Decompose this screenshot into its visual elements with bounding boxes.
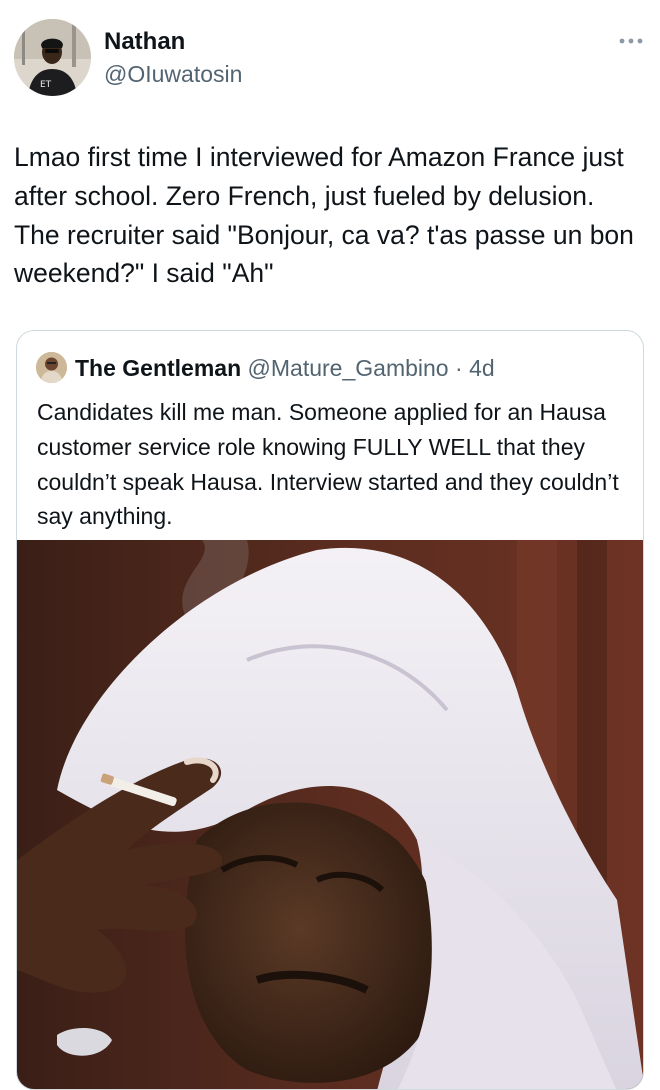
author-handle[interactable]: @OIuwatosin	[104, 59, 242, 89]
meme-photo-image	[17, 540, 643, 1089]
quoted-avatar-photo	[36, 352, 67, 383]
author-avatar[interactable]: ET	[14, 19, 91, 96]
quoted-tweet-text: Candidates kill me man. Someone applied …	[37, 399, 619, 530]
separator-dot: ·	[455, 355, 470, 381]
quoted-author-handle[interactable]: @Mature_Gambino	[248, 355, 455, 381]
tweet-text: Lmao first time I interviewed for Amazon…	[14, 142, 634, 289]
tweet: ET Nathan @OIuwatosin Lmao first time I …	[0, 0, 660, 1090]
more-options-icon[interactable]	[616, 34, 646, 48]
quoted-header: The Gentleman @Mature_Gambino · 4d	[75, 352, 495, 384]
quoted-media-photo[interactable]	[17, 540, 643, 1089]
quoted-author-name[interactable]: The Gentleman	[75, 355, 241, 381]
author-name[interactable]: Nathan	[104, 27, 185, 57]
quoted-author-avatar[interactable]	[36, 352, 67, 383]
avatar-photo: ET	[14, 19, 91, 96]
quoted-tweet[interactable]: The Gentleman @Mature_Gambino · 4d Candi…	[16, 330, 644, 1090]
quoted-timestamp[interactable]: 4d	[469, 355, 495, 381]
svg-text:ET: ET	[40, 80, 52, 90]
